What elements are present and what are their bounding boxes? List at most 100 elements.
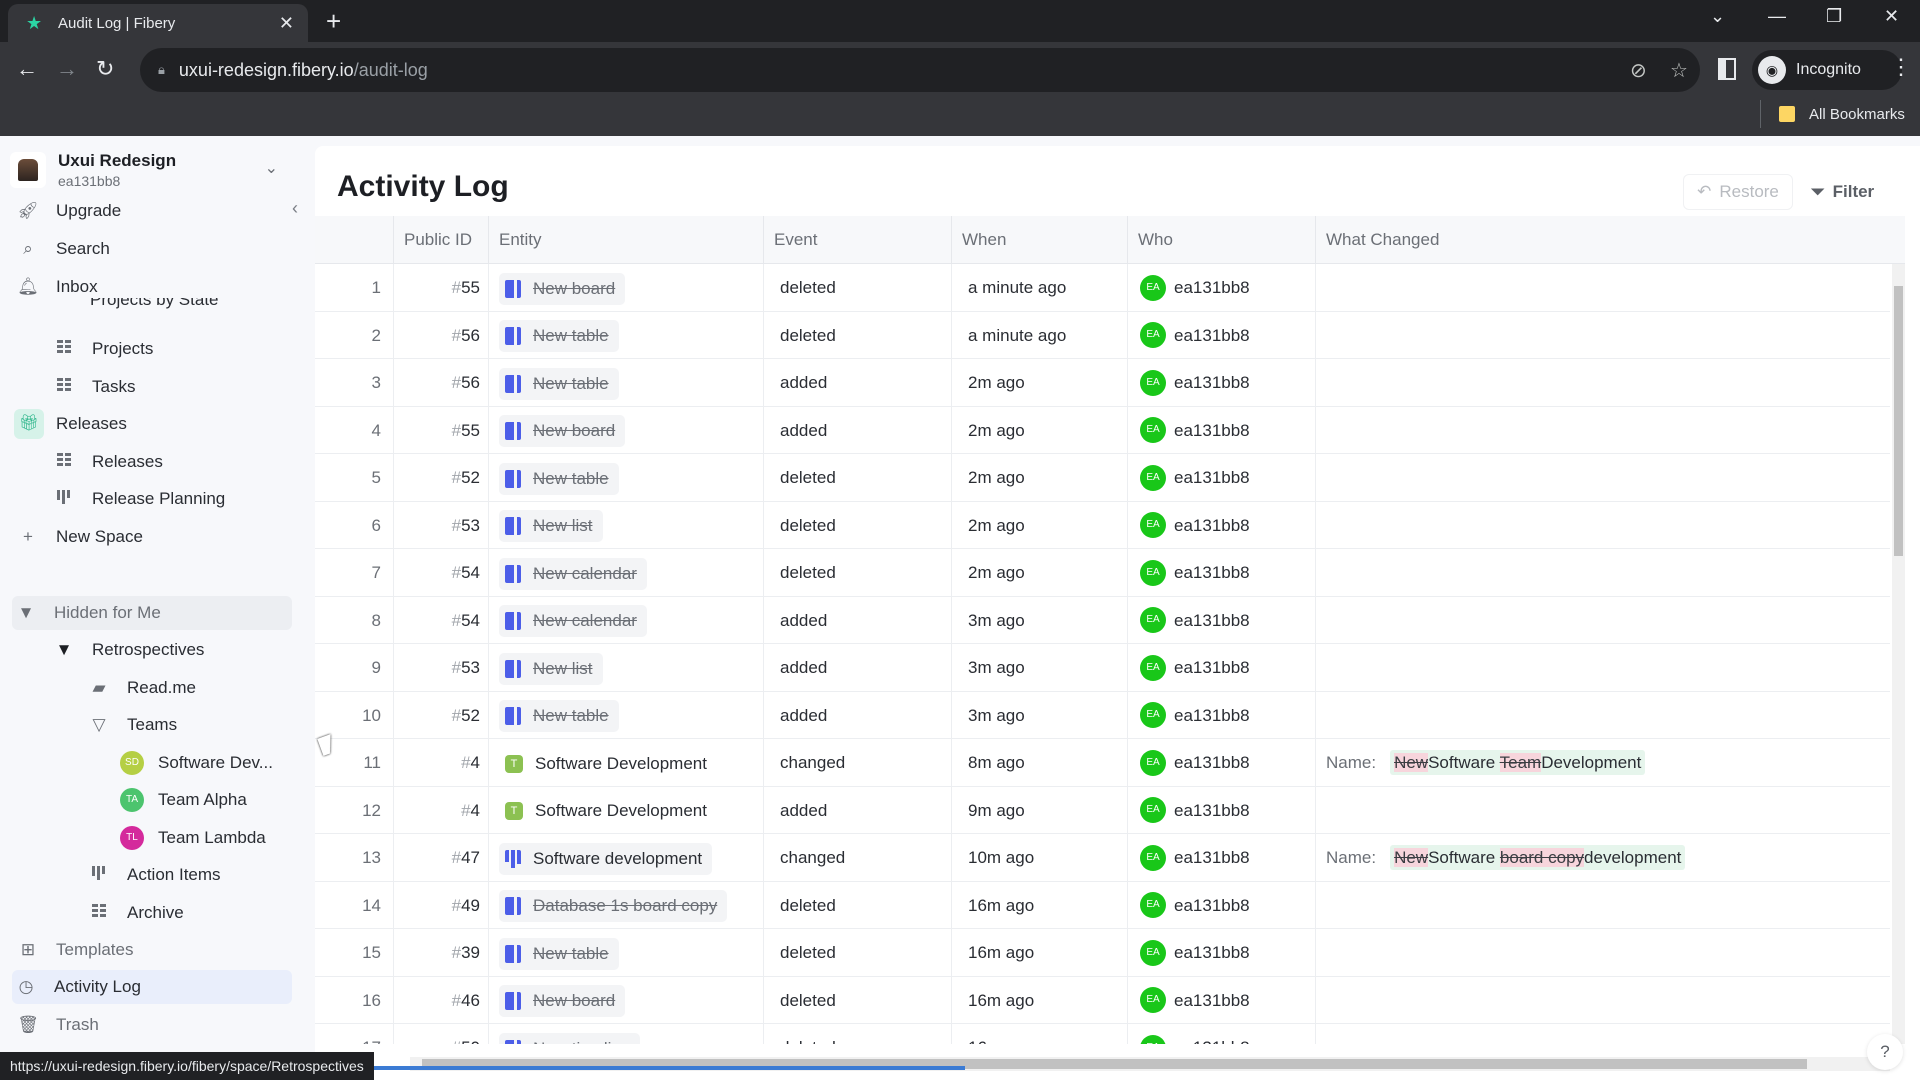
hidden-for-me-section[interactable]: ▼ Hidden for Me <box>12 596 292 630</box>
reload-icon[interactable]: ↻ <box>96 56 114 82</box>
sidebar-item-trash[interactable]: 🗑︎ Trash <box>14 1008 290 1042</box>
who: EA ea131bb8 <box>1127 929 1315 976</box>
entity-chip[interactable]: New board <box>499 415 626 448</box>
table-row[interactable]: 6 #53 New list deleted 2m ago EA ea131bb8 <box>315 501 1890 549</box>
entity-chip[interactable]: Database 1s board copy <box>499 890 728 923</box>
column-header-event[interactable]: Event <box>763 216 951 264</box>
entity-chip[interactable]: New list <box>499 652 603 685</box>
sidebar-item-projects[interactable]: Projects <box>50 332 290 366</box>
table-row[interactable]: 5 #52 New table deleted 2m ago EA ea131bb8 <box>315 454 1890 502</box>
sidebar-item-releases[interactable]: Releases <box>50 445 290 479</box>
tab-search-icon[interactable]: ⌄ <box>1710 6 1725 27</box>
table-row[interactable]: 2 #56 New table deleted a minute ago EA ea131b… <box>315 311 1890 359</box>
forward-icon[interactable]: → <box>56 56 78 82</box>
table-row[interactable]: 17#50 New timeline deleted16m ago EA ea131bb… <box>315 1024 1890 1044</box>
view-icon <box>505 707 521 726</box>
table-row[interactable]: 14 #49 Database 1s board copy deleted 16m ag… <box>315 881 1890 929</box>
when: 3m ago <box>951 691 1127 739</box>
table-row[interactable]: 11 #4 T Software Development changed 8m ago EA… <box>315 739 1890 787</box>
entity-chip[interactable]: New timeline <box>499 1032 641 1044</box>
sidebar-item-team-lambda[interactable]: TL Team Lambda <box>120 821 290 855</box>
entity-chip[interactable]: T Software Development <box>499 748 717 780</box>
entity-chip[interactable]: New table <box>499 320 619 353</box>
column-header-what-changed[interactable]: What Changed <box>1315 216 1905 264</box>
table-row[interactable]: 15 #39 New table deleted 16m ago EA ea131bb8 <box>315 929 1890 977</box>
column-header-when[interactable]: When <box>951 216 1127 264</box>
entity-chip[interactable]: Software development <box>499 842 713 875</box>
filter-button[interactable]: ⏷ Filter <box>1811 174 1874 210</box>
help-button[interactable]: ? <box>1867 1034 1903 1070</box>
when: 2m ago <box>951 454 1127 501</box>
table-row[interactable]: 10 #52 New table added 3m ago EA ea131bb8 <box>315 691 1890 739</box>
sidebar-item-action-items[interactable]: Action Items <box>85 858 290 892</box>
sidebar-item-templates[interactable]: ⊞ Templates <box>14 933 290 967</box>
bookmark-star-icon[interactable]: ☆ <box>1670 58 1688 83</box>
table-row[interactable]: 16 #46 New board deleted 16m ago EA ea131bb8 <box>315 976 1890 1024</box>
incognito-profile[interactable]: ◉ Incognito <box>1752 50 1902 90</box>
entity-chip[interactable]: New table <box>499 367 619 400</box>
sidebar-item-label: Releases <box>56 414 127 433</box>
column-header-public-id[interactable]: Public ID <box>393 216 488 264</box>
sidebar-item-releases-space[interactable]: 🎁︎ Releases <box>14 407 290 441</box>
sidebar-item-teams[interactable]: ▽ Teams <box>85 708 290 742</box>
table-row[interactable]: 4 #55 New board added 2m ago EA ea131bb8 <box>315 406 1890 454</box>
back-icon[interactable]: ← <box>16 56 38 82</box>
new-tab-icon[interactable]: + <box>326 8 341 34</box>
sidebar-item-upgrade[interactable]: 🚀︎ Upgrade <box>14 194 290 228</box>
sidebar-item-readme[interactable]: ▰ Read.me <box>85 671 290 705</box>
sidebar-item-team-software-dev[interactable]: SD Software Dev... <box>120 746 290 780</box>
window-close-icon[interactable]: ✕ <box>1884 6 1899 27</box>
browser-menu-icon[interactable]: ⋮ <box>1890 54 1912 80</box>
table-row[interactable]: 12 #4 T Software Development added 9m ago EA ea… <box>315 786 1890 834</box>
column-header-entity[interactable]: Entity <box>488 216 763 264</box>
sidebar-item-search[interactable]: ⌕ Search <box>14 232 290 266</box>
sidebar-item-team-alpha[interactable]: TA Team Alpha <box>120 783 290 817</box>
entity-chip[interactable]: New table <box>499 937 619 970</box>
sidebar-item-archive[interactable]: Archive <box>85 896 290 930</box>
entity-chip[interactable]: New calendar <box>499 557 647 590</box>
table-row[interactable]: 1 #55 New board deleted a minute ago EA ea131b… <box>315 264 1890 312</box>
entity-chip[interactable]: New table <box>499 700 619 733</box>
tracking-protection-icon[interactable]: ⊘ <box>1630 58 1647 83</box>
public-id: #47 <box>393 834 488 881</box>
close-tab-icon[interactable]: ✕ <box>279 13 294 34</box>
sidebar-item-activity-log[interactable]: ◷ Activity Log <box>12 970 292 1004</box>
sidebar-item-release-planning[interactable]: Release Planning <box>50 482 290 516</box>
entity-name: New table <box>533 468 609 488</box>
side-panel-icon[interactable] <box>1718 58 1736 80</box>
user-name: ea131bb8 <box>1174 468 1250 487</box>
column-header-who[interactable]: Who <box>1127 216 1315 264</box>
address-bar[interactable]: 🔒︎ uxui-redesign.fibery.io/audit-log ⊘ ☆ <box>140 48 1700 92</box>
collapse-sidebar-icon[interactable]: ‹ <box>292 198 298 219</box>
entity-chip[interactable]: New table <box>499 462 619 495</box>
sidebar-item-retrospectives[interactable]: ▼ Retrospectives <box>50 633 290 667</box>
sidebar-item-tasks[interactable]: Tasks <box>50 370 290 404</box>
table-row[interactable]: 7 #54 New calendar deleted 2m ago EA ea131bb8 <box>315 549 1890 597</box>
browser-tab[interactable]: ★ Audit Log | Fibery ✕ <box>8 4 308 42</box>
sidebar-item-label: Activity Log <box>54 977 141 996</box>
row-number: 12 <box>362 800 381 820</box>
view-icon <box>505 944 521 963</box>
table-row[interactable]: 3 #56 New table added 2m ago EA ea131bb8 <box>315 359 1890 407</box>
all-bookmarks[interactable]: All Bookmarks <box>1760 100 1905 128</box>
maximize-icon[interactable]: ❐ <box>1826 6 1842 27</box>
scrollbar-thumb[interactable] <box>1894 286 1903 556</box>
table-row[interactable]: 8 #54 New calendar added 3m ago EA ea131bb8 <box>315 596 1890 644</box>
table-row[interactable]: 13 #47 Software development changed 10m ago E… <box>315 834 1890 882</box>
restore-button[interactable]: ↶ Restore <box>1683 174 1793 210</box>
entity-chip[interactable]: New board <box>499 272 626 305</box>
entity-chip[interactable]: New calendar <box>499 605 647 638</box>
entity-chip[interactable]: T Software Development <box>499 795 717 827</box>
user-avatar: EA <box>1140 464 1166 491</box>
vertical-scrollbar[interactable] <box>1892 264 1905 1044</box>
sidebar-item-projects-by-state[interactable]: Projects by State <box>90 298 219 312</box>
user-name: ea131bb8 <box>1174 515 1250 535</box>
workspace-switcher[interactable]: Uxui Redesign ea131bb8 ⌄ <box>10 144 290 196</box>
minimize-icon[interactable]: — <box>1768 6 1786 27</box>
entity-chip[interactable]: New board <box>499 985 626 1018</box>
entity-name: New list <box>533 516 593 536</box>
entity-chip[interactable]: New list <box>499 510 603 543</box>
table-row[interactable]: 9 #53 New list added 3m ago EA ea131bb8 <box>315 644 1890 692</box>
sidebar-item-new-space[interactable]: + New Space <box>14 520 290 554</box>
view-icon <box>505 374 521 393</box>
